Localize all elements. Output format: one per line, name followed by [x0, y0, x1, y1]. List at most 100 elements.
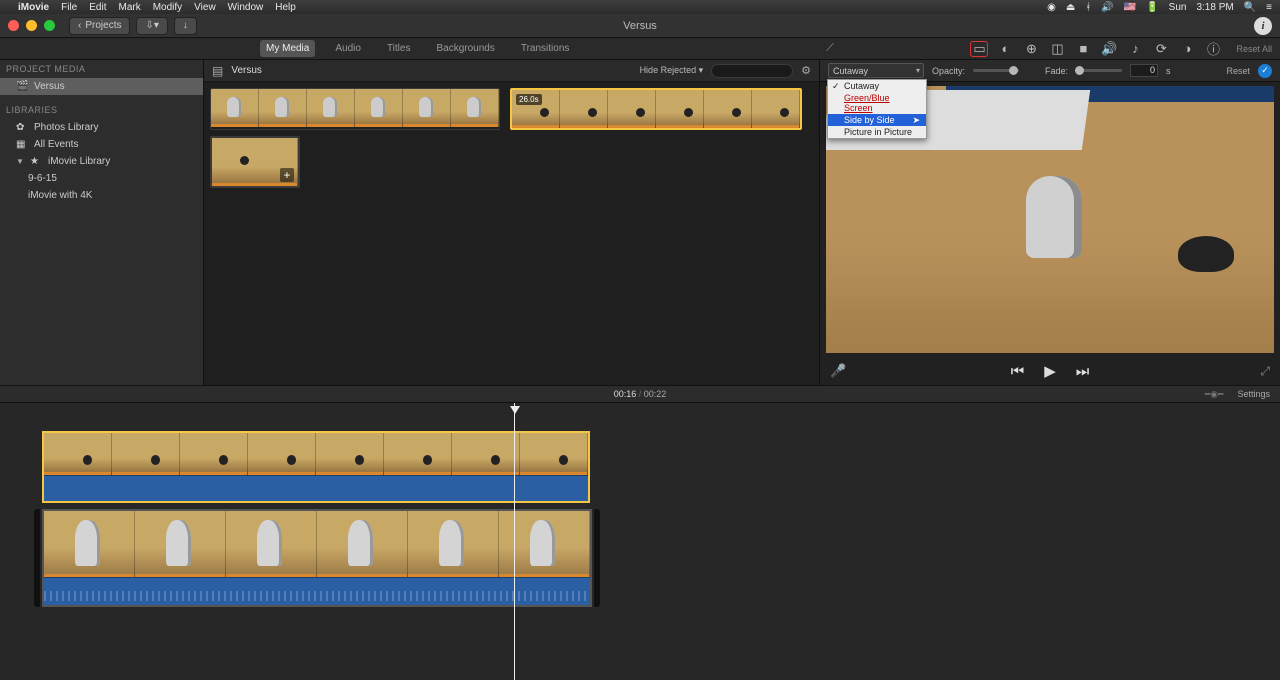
search-input[interactable] [711, 64, 793, 78]
noise-eq-icon[interactable]: ♪ [1126, 41, 1144, 57]
sidebar-item-photos[interactable]: ✿ Photos Library [0, 119, 203, 136]
disclosure-icon[interactable]: ▼ [16, 157, 24, 166]
menu-window[interactable]: Window [228, 2, 264, 13]
clip-handle-left[interactable] [34, 509, 40, 607]
fade-slider[interactable] [1076, 69, 1122, 72]
reset-button[interactable]: Reset [1226, 66, 1250, 76]
traffic-lights [8, 20, 55, 31]
reset-all-button[interactable]: Reset All [1236, 44, 1272, 54]
clip-handle-right[interactable] [594, 509, 600, 607]
tab-transitions[interactable]: Transitions [515, 40, 576, 57]
overlay-mode-select[interactable]: Cutaway Cutaway Green/Blue Screen Side b… [828, 63, 924, 78]
spotlight-icon[interactable]: 🔍 [1244, 2, 1256, 13]
option-green-blue-screen[interactable]: Green/Blue Screen [828, 92, 926, 114]
zoom-button[interactable] [44, 20, 55, 31]
hide-rejected-dropdown[interactable]: Hide Rejected ▾ [640, 65, 704, 76]
apply-button[interactable]: ✓ [1258, 64, 1272, 78]
zoom-slider-icon[interactable]: ━◉━ [1205, 389, 1224, 400]
import-button[interactable]: ⇩▾ [136, 17, 167, 35]
back-to-projects-button[interactable]: ‹ Projects [69, 17, 130, 35]
playhead[interactable] [514, 403, 515, 680]
gear-icon[interactable]: ⚙ [801, 64, 811, 77]
clip-2[interactable]: 26.0s [510, 88, 802, 130]
crop-icon[interactable]: ◫ [1048, 41, 1066, 57]
sidebar-item-event-date[interactable]: 9-6-15 [0, 170, 203, 187]
timeline[interactable] [0, 403, 1280, 680]
sidebar-item-project[interactable]: 🎬 Versus [0, 78, 203, 95]
macos-menubar: iMovie File Edit Mark Modify View Window… [0, 0, 1280, 14]
option-picture-in-picture[interactable]: Picture in Picture [828, 126, 926, 138]
fade-unit: s [1166, 66, 1171, 76]
library-icon: ★ [30, 156, 42, 167]
events-icon: ▦ [16, 139, 28, 150]
menu-file[interactable]: File [61, 2, 77, 13]
opacity-slider[interactable] [973, 69, 1019, 72]
timeline-track-overlay[interactable] [42, 431, 590, 503]
menu-mark[interactable]: Mark [118, 2, 140, 13]
add-to-project-icon[interactable]: + [280, 168, 294, 182]
photos-icon: ✿ [16, 122, 28, 133]
timeline-track-primary[interactable] [42, 509, 592, 607]
clip-3[interactable]: + [210, 136, 300, 188]
menu-modify[interactable]: Modify [153, 2, 182, 13]
projects-label: Projects [85, 20, 121, 31]
chevron-left-icon: ‹ [78, 20, 81, 31]
menu-help[interactable]: Help [275, 2, 296, 13]
tab-backgrounds[interactable]: Backgrounds [430, 40, 500, 57]
minimize-button[interactable] [26, 20, 37, 31]
option-cutaway[interactable]: Cutaway [828, 80, 926, 92]
notification-center-icon[interactable]: ≡ [1266, 2, 1272, 13]
info-button[interactable]: i [1254, 17, 1272, 35]
record-icon[interactable]: ◉ [1047, 2, 1056, 13]
tab-my-media[interactable]: My Media [260, 40, 315, 57]
sidebar-item-event-4k[interactable]: iMovie with 4K [0, 187, 203, 204]
enhance-icon[interactable]: ⟋ [826, 42, 834, 55]
volume-settings-icon[interactable]: 🔊 [1100, 41, 1118, 57]
flag-icon[interactable]: 🇺🇸 [1124, 2, 1136, 13]
option-side-by-side[interactable]: Side by Side➤ [828, 114, 926, 126]
tab-audio[interactable]: Audio [329, 40, 367, 57]
menu-view[interactable]: View [194, 2, 216, 13]
battery-icon[interactable]: 🔋 [1146, 2, 1158, 13]
close-button[interactable] [8, 20, 19, 31]
tab-titles[interactable]: Titles [381, 40, 417, 57]
clip-1[interactable] [210, 88, 500, 130]
bluetooth-icon[interactable]: ᚼ [1085, 2, 1091, 13]
clock-time[interactable]: 3:18 PM [1196, 2, 1233, 13]
color-correction-icon[interactable]: ⊕ [1022, 41, 1040, 57]
imovie-library-label: iMovie Library [48, 156, 110, 167]
next-button[interactable]: ⏭ [1076, 363, 1090, 380]
fade-label: Fade: [1045, 66, 1068, 76]
airplay-icon[interactable]: ⏏ [1066, 2, 1075, 13]
color-balance-icon[interactable]: ◐ [996, 41, 1014, 57]
prev-button[interactable]: ⏮ [1011, 363, 1025, 380]
voiceover-icon[interactable]: 🎤 [830, 363, 846, 379]
clock-day[interactable]: Sun [1169, 2, 1187, 13]
browser-project-name: Versus [231, 65, 262, 76]
project-name: Versus [34, 81, 65, 92]
overlay-select-label: Cutaway [833, 66, 868, 76]
content-tabbar: My Media Audio Titles Backgrounds Transi… [0, 38, 1280, 60]
volume-icon[interactable]: 🔊 [1101, 2, 1113, 13]
fullscreen-icon[interactable]: ⤢ [1260, 364, 1270, 379]
settings-button[interactable]: Settings [1237, 389, 1270, 399]
overlay-mode-dropdown: Cutaway Green/Blue Screen Side by Side➤ … [827, 79, 927, 139]
play-button[interactable]: ▶ [1044, 362, 1056, 380]
toggle-list-icon[interactable]: ▤ [212, 64, 223, 78]
sidebar-item-all-events[interactable]: ▦ All Events [0, 136, 203, 153]
window-title: Versus [623, 20, 657, 32]
cursor-icon: ➤ [912, 115, 920, 126]
speed-icon[interactable]: ⟳ [1152, 41, 1170, 57]
sidebar-item-imovie-library[interactable]: ▼ ★ iMovie Library [0, 153, 203, 170]
fade-value-field[interactable]: 0 [1130, 64, 1158, 77]
share-button[interactable]: ↓ [174, 17, 197, 35]
stabilization-icon[interactable]: ■ [1074, 41, 1092, 57]
app-menu[interactable]: iMovie [18, 2, 49, 13]
libraries-heading: LIBRARIES [0, 101, 203, 119]
clip-duration-badge: 26.0s [516, 94, 542, 105]
clip-filter-icon[interactable]: ◑ [1178, 41, 1196, 57]
menu-edit[interactable]: Edit [89, 2, 106, 13]
viewer-panel: Cutaway Cutaway Green/Blue Screen Side b… [820, 60, 1280, 385]
video-overlay-settings-icon[interactable]: ▭ [970, 41, 988, 57]
info-icon[interactable]: ⓘ [1204, 41, 1222, 57]
